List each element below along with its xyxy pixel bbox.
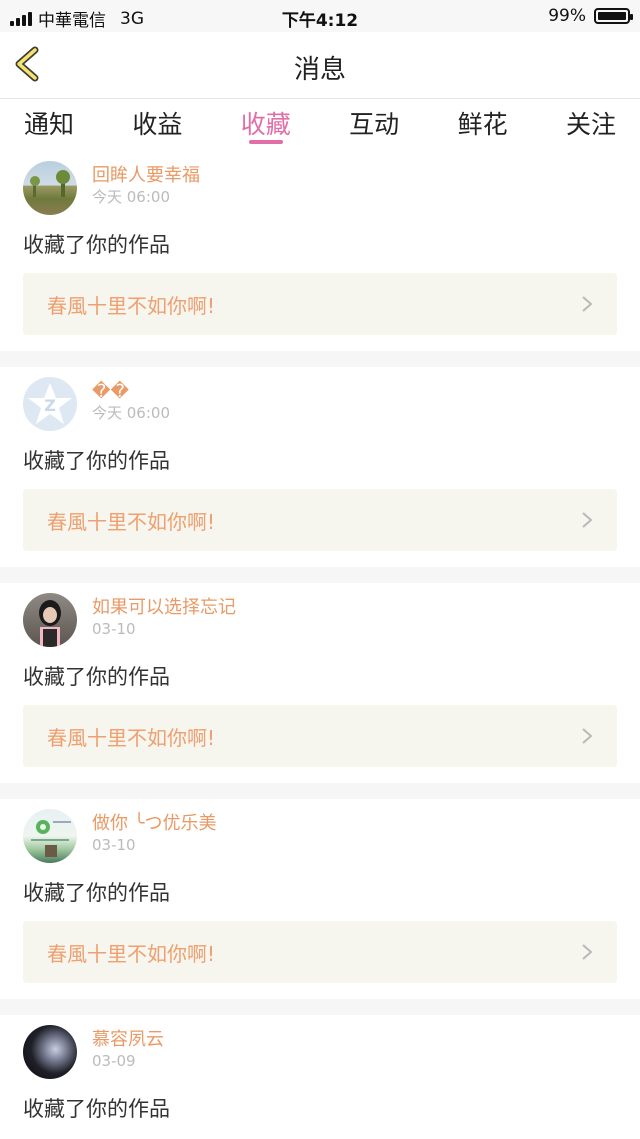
- username[interactable]: 慕容夙云: [92, 1029, 164, 1051]
- chevron-right-icon: [582, 512, 593, 528]
- active-tab-indicator: [248, 140, 283, 144]
- action-text: 收藏了你的作品: [23, 665, 170, 689]
- action-text: 收藏了你的作品: [23, 449, 170, 473]
- timestamp: 今天 06:00: [92, 188, 170, 206]
- list-item: 慕容夙云 03-09 收藏了你的作品: [0, 1015, 640, 1139]
- avatar[interactable]: [23, 1025, 77, 1079]
- battery-percent: 99%: [548, 6, 586, 26]
- tab-label: 收益: [132, 110, 183, 139]
- chevron-right-icon: [582, 944, 593, 960]
- username[interactable]: 回眸人要幸福: [92, 165, 200, 187]
- page-title: 消息: [293, 55, 346, 85]
- tab-label: 关注: [565, 110, 616, 139]
- tab-notifications[interactable]: 通知: [24, 99, 74, 151]
- timestamp: 03-10: [92, 620, 136, 638]
- item-header: 做你 ╰つ优乐美 03-10: [23, 809, 617, 863]
- tab-bar: 通知 收益 收藏 互动 鲜花 关注: [0, 99, 640, 151]
- action-text: 收藏了你的作品: [23, 1097, 170, 1121]
- list-item: Z �� 今天 06:00 收藏了你的作品春風十里不如你啊!: [0, 367, 640, 567]
- item-header: 慕容夙云 03-09: [23, 1025, 617, 1079]
- username[interactable]: 做你 ╰つ优乐美: [92, 813, 217, 835]
- item-meta: 如果可以选择忘记 03-10: [92, 593, 236, 638]
- item-header: 如果可以选择忘记 03-10: [23, 593, 617, 647]
- status-bar: 中華電信 3G 下午4:12 99%: [0, 0, 640, 32]
- item-separator: [0, 567, 640, 583]
- nav-bar: 消息: [0, 32, 640, 99]
- list-item: 回眸人要幸福 今天 06:00 收藏了你的作品春風十里不如你啊!: [0, 151, 640, 351]
- list-item: 做你 ╰つ优乐美 03-10 收藏了你的作品春風十里不如你啊!: [0, 799, 640, 999]
- work-title: 春風十里不如你啊!: [47, 725, 216, 750]
- item-meta: �� 今天 06:00: [92, 377, 170, 422]
- status-time: 下午4:12: [281, 11, 359, 31]
- work-title: 春風十里不如你啊!: [47, 509, 216, 534]
- tab-flowers[interactable]: 鲜花: [458, 99, 508, 151]
- tab-follows[interactable]: 关注: [566, 99, 616, 151]
- tab-earnings[interactable]: 收益: [132, 99, 182, 151]
- avatar[interactable]: Z: [23, 377, 77, 431]
- item-meta: 慕容夙云 03-09: [92, 1025, 164, 1070]
- work-card[interactable]: 春風十里不如你啊!: [23, 921, 617, 983]
- tab-interactions[interactable]: 互动: [349, 99, 399, 151]
- tab-favorites[interactable]: 收藏: [241, 99, 291, 151]
- action-text: 收藏了你的作品: [23, 233, 170, 257]
- username[interactable]: 如果可以选择忘记: [92, 597, 236, 619]
- item-header: Z �� 今天 06:00: [23, 377, 617, 431]
- work-card[interactable]: 春風十里不如你啊!: [23, 489, 617, 551]
- work-title: 春風十里不如你啊!: [47, 293, 216, 318]
- timestamp: 今天 06:00: [92, 404, 170, 422]
- chevron-right-icon: [582, 728, 593, 744]
- work-card[interactable]: 春風十里不如你啊!: [23, 705, 617, 767]
- status-right: 99%: [548, 6, 633, 26]
- avatar[interactable]: [23, 809, 77, 863]
- list-item: 如果可以选择忘记 03-10 收藏了你的作品春風十里不如你啊!: [0, 583, 640, 783]
- chevron-right-icon: [582, 296, 593, 312]
- avatar[interactable]: [23, 161, 77, 215]
- username[interactable]: ��: [92, 381, 170, 403]
- timestamp: 03-09: [92, 1052, 136, 1070]
- item-separator: [0, 783, 640, 799]
- timestamp: 03-10: [92, 836, 136, 854]
- item-header: 回眸人要幸福 今天 06:00: [23, 161, 617, 215]
- tab-label: 互动: [349, 110, 400, 139]
- svg-text:Z: Z: [44, 396, 56, 415]
- avatar[interactable]: [23, 593, 77, 647]
- item-separator: [0, 999, 640, 1015]
- item-meta: 做你 ╰つ优乐美 03-10: [92, 809, 217, 854]
- message-list: 回眸人要幸福 今天 06:00 收藏了你的作品 春風十里不如你啊! Z �� 今天 06:0…: [0, 151, 640, 1139]
- tab-label: 收藏: [240, 110, 291, 139]
- tab-label: 通知: [24, 110, 75, 139]
- work-card[interactable]: 春風十里不如你啊!: [23, 273, 617, 335]
- tab-label: 鲜花: [457, 110, 508, 139]
- work-title: 春風十里不如你啊!: [47, 941, 216, 966]
- action-text: 收藏了你的作品: [23, 881, 170, 905]
- battery-icon: [594, 8, 633, 24]
- item-separator: [0, 351, 640, 367]
- item-meta: 回眸人要幸福 今天 06:00: [92, 161, 200, 206]
